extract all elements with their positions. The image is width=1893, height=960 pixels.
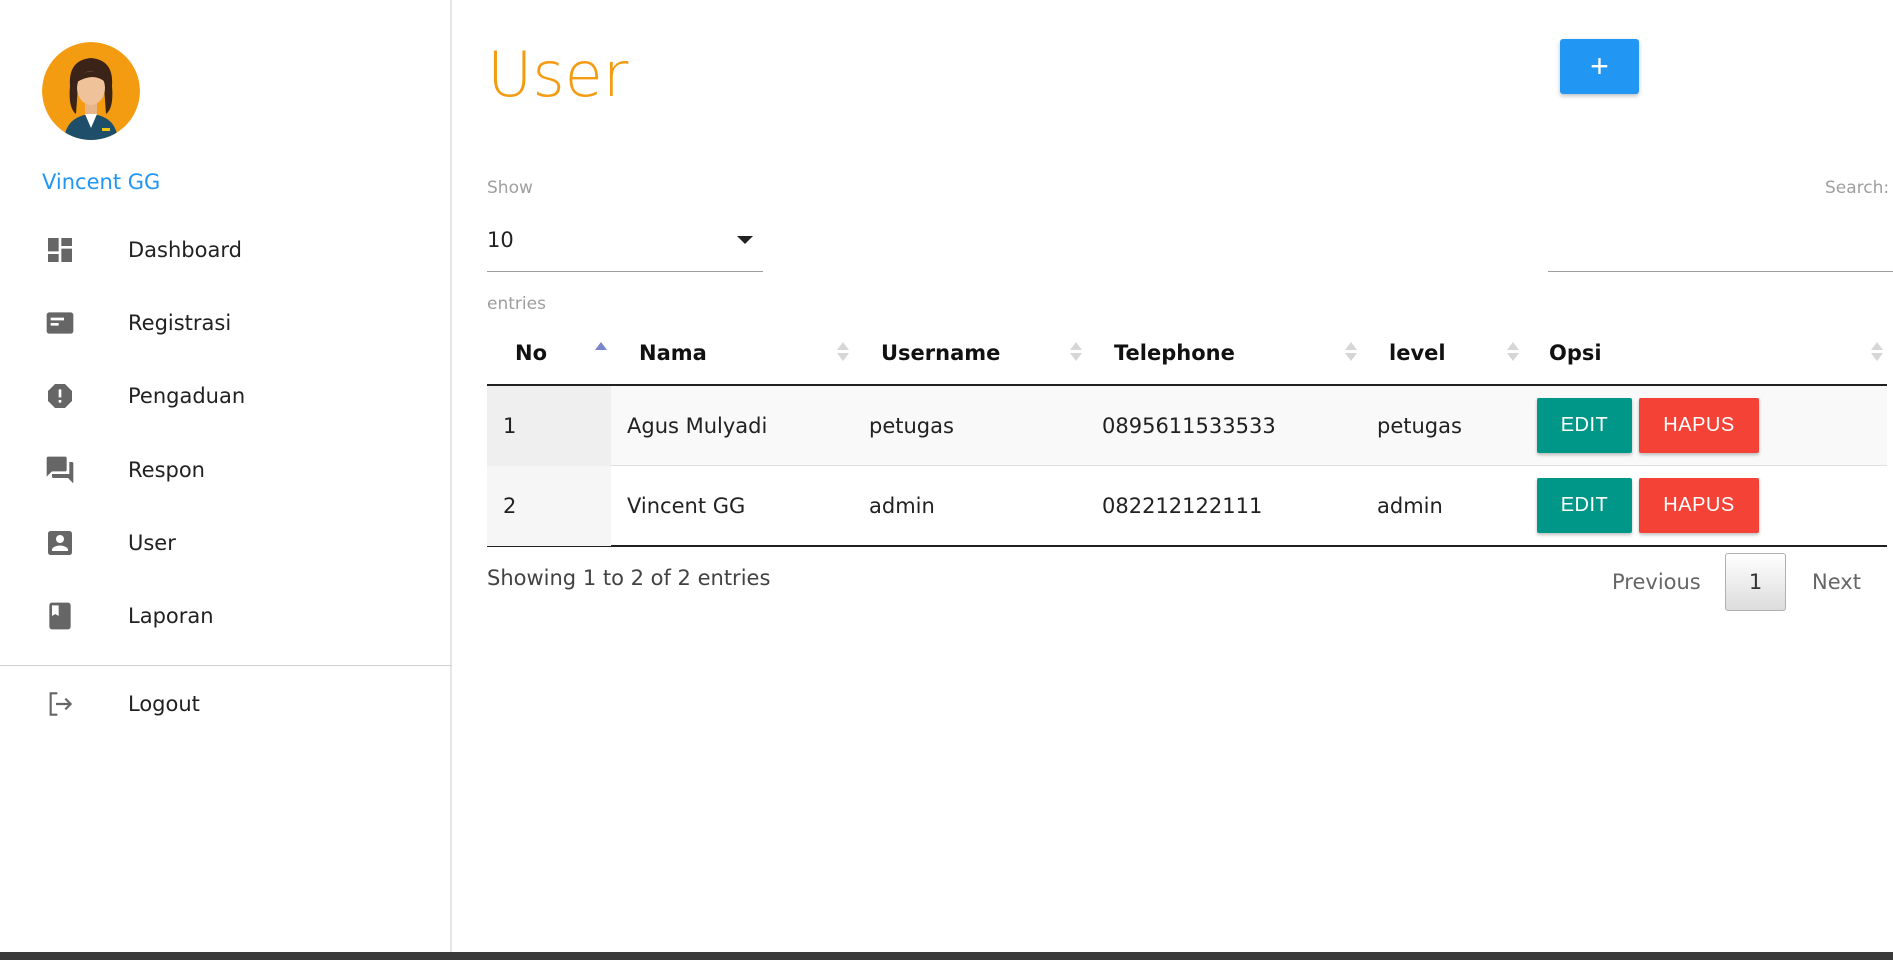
dashboard-icon <box>44 234 76 266</box>
column-header-label: Username <box>881 341 1001 365</box>
alert-icon <box>44 380 76 412</box>
pagination-previous[interactable]: Previous <box>1612 553 1701 611</box>
show-label: Show <box>487 178 533 198</box>
delete-button[interactable]: HAPUS <box>1639 398 1759 453</box>
table-row: 2 Vincent GG admin 082212122111 admin ED… <box>487 466 1887 546</box>
column-header-label: Telephone <box>1114 341 1235 365</box>
entries-select-value: 10 <box>487 228 514 252</box>
sidebar-item-registrasi[interactable]: Registrasi <box>0 293 452 353</box>
edit-button[interactable]: EDIT <box>1537 398 1632 453</box>
sidebar-item-label: Registrasi <box>128 311 232 335</box>
search-label: Search: <box>1825 178 1890 198</box>
entries-select[interactable]: 10 <box>487 220 763 272</box>
user-table: No Nama Username Telephone level Opsi 1 … <box>487 320 1887 547</box>
sidebar-item-dashboard[interactable]: Dashboard <box>0 220 452 280</box>
sidebar-item-respon[interactable]: Respon <box>0 440 452 500</box>
cell-no: 2 <box>487 466 611 546</box>
main-content: User + Show 10 entries Search: No Nama U… <box>452 0 1893 952</box>
sidebar-item-label: Laporan <box>128 604 214 628</box>
cell-level: admin <box>1377 494 1443 518</box>
sidebar-divider <box>0 665 452 666</box>
pagination-next[interactable]: Next <box>1812 553 1861 611</box>
cell-username: admin <box>869 494 935 518</box>
logout-icon <box>44 688 76 720</box>
column-header-level[interactable]: level <box>1361 320 1523 386</box>
caret-down-icon <box>737 236 753 244</box>
avatar <box>42 42 140 140</box>
add-user-button[interactable]: + <box>1560 39 1639 94</box>
column-header-label: Nama <box>639 341 707 365</box>
sidebar-item-label: Logout <box>128 692 200 716</box>
sidebar-item-pengaduan[interactable]: Pengaduan <box>0 366 452 426</box>
column-header-opsi[interactable]: Opsi <box>1523 320 1887 386</box>
cell-no: 1 <box>487 386 611 466</box>
column-header-label: level <box>1389 341 1446 365</box>
table-info: Showing 1 to 2 of 2 entries <box>487 566 771 590</box>
cell-nama: Vincent GG <box>627 494 746 518</box>
pagination-page-current[interactable]: 1 <box>1725 553 1786 611</box>
column-header-label: No <box>515 341 548 365</box>
user-name: Vincent GG <box>42 170 161 194</box>
sort-icon <box>1345 342 1357 364</box>
sidebar-item-label: Respon <box>128 458 205 482</box>
sidebar-item-label: User <box>128 531 176 555</box>
sort-icon <box>837 342 849 364</box>
account-box-icon <box>44 527 76 559</box>
sidebar-item-logout[interactable]: Logout <box>0 674 452 734</box>
sidebar-item-user[interactable]: User <box>0 513 452 573</box>
sort-ascending-icon <box>595 342 607 364</box>
column-header-nama[interactable]: Nama <box>611 320 853 386</box>
cell-level: petugas <box>1377 414 1462 438</box>
sort-icon <box>1070 342 1082 364</box>
window-bottom-bar <box>0 952 1893 960</box>
sort-icon <box>1507 342 1519 364</box>
card-icon <box>44 307 76 339</box>
column-header-username[interactable]: Username <box>853 320 1086 386</box>
sidebar: Vincent GG Dashboard Registrasi Pengadua… <box>0 0 452 952</box>
sort-icon <box>1871 342 1883 364</box>
book-icon <box>44 600 76 632</box>
column-header-no[interactable]: No <box>487 320 611 386</box>
table-row: 1 Agus Mulyadi petugas 0895611533533 pet… <box>487 386 1887 466</box>
cell-telephone: 0895611533533 <box>1102 414 1276 438</box>
entries-label: entries <box>487 294 546 314</box>
page-title: User <box>487 38 629 111</box>
delete-button[interactable]: HAPUS <box>1639 478 1759 533</box>
sidebar-item-label: Pengaduan <box>128 384 246 408</box>
sidebar-item-laporan[interactable]: Laporan <box>0 586 452 646</box>
sidebar-item-label: Dashboard <box>128 238 242 262</box>
column-header-label: Opsi <box>1549 341 1602 365</box>
table-header: No Nama Username Telephone level Opsi <box>487 320 1887 386</box>
edit-button[interactable]: EDIT <box>1537 478 1632 533</box>
cell-telephone: 082212122111 <box>1102 494 1263 518</box>
forum-icon <box>44 454 76 486</box>
column-header-telephone[interactable]: Telephone <box>1086 320 1361 386</box>
cell-username: petugas <box>869 414 954 438</box>
cell-nama: Agus Mulyadi <box>627 414 768 438</box>
search-input[interactable] <box>1548 220 1893 272</box>
